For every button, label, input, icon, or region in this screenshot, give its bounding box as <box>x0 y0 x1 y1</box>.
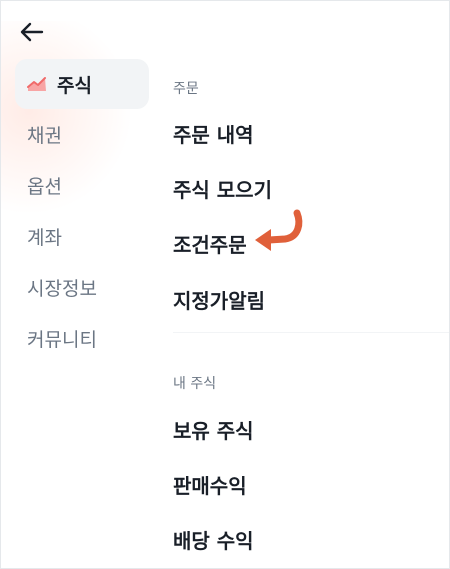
sidebar-item-stocks[interactable]: 주식 <box>15 59 149 109</box>
menu-item-stock-savings[interactable]: 주식 모으기 <box>173 174 272 203</box>
sidebar-item-account[interactable]: 계좌 <box>15 211 149 262</box>
arrow-left-icon <box>20 22 44 42</box>
sidebar: 주식 채권 옵션 계좌 시장정보 커뮤니티 <box>15 59 149 364</box>
sidebar-item-options[interactable]: 옵션 <box>15 160 149 211</box>
section-title-order: 주문 <box>173 81 199 97</box>
menu-item-limit-alert[interactable]: 지정가알림 <box>173 285 265 314</box>
sidebar-item-community[interactable]: 커뮤니티 <box>15 313 149 364</box>
sidebar-item-bonds[interactable]: 채권 <box>15 109 149 160</box>
sidebar-item-market-info[interactable]: 시장정보 <box>15 262 149 313</box>
section-divider <box>173 332 449 333</box>
section-title-my-stocks: 내 주식 <box>173 376 217 392</box>
app-frame: 주식 채권 옵션 계좌 시장정보 커뮤니티 주문 주문 내역 주식 모으기 조건… <box>0 0 450 569</box>
menu-item-order-history[interactable]: 주문 내역 <box>173 119 254 148</box>
menu-item-holdings[interactable]: 보유 주식 <box>173 415 254 444</box>
menu-item-dividend-income[interactable]: 배당 수익 <box>173 525 254 554</box>
back-button[interactable] <box>15 15 49 49</box>
sidebar-item-label: 커뮤니티 <box>27 329 97 351</box>
sidebar-item-label: 주식 <box>57 74 92 97</box>
sidebar-item-label: 옵션 <box>27 176 62 198</box>
sidebar-item-label: 채권 <box>27 125 62 147</box>
menu-item-conditional-order[interactable]: 조건주문 <box>173 229 247 258</box>
pointer-arrow-icon <box>255 209 303 251</box>
sidebar-item-label: 계좌 <box>27 227 62 249</box>
chart-icon <box>27 76 47 92</box>
sidebar-item-label: 시장정보 <box>27 278 97 300</box>
menu-item-sales-profit[interactable]: 판매수익 <box>173 470 247 499</box>
